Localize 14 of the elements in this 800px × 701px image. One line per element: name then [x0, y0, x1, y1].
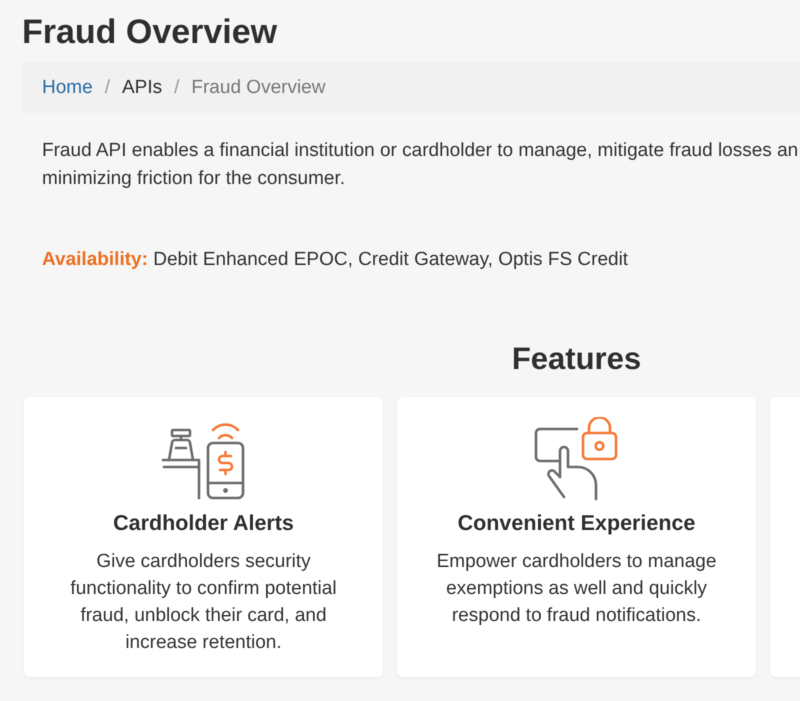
feature-title: Convenient Experience [458, 511, 696, 536]
breadcrumb-link[interactable]: Home [42, 76, 93, 98]
feature-title: Cardholder Alerts [113, 511, 294, 536]
feature-text: Give cardholders security functionality to confirm potential fraud, unblock their card, and increase retention. [69, 550, 338, 655]
availability-text: Availability: Debit Enhanced EPOC, Credit Gateway, Optis FS Credit [42, 248, 630, 272]
breadcrumb-separator: / [173, 76, 180, 98]
breadcrumb-separator: / [104, 76, 111, 98]
touch-screen-lock-icon [534, 417, 620, 501]
page-title: Fraud Overview [22, 12, 278, 53]
breadcrumb-item: APIs [122, 76, 162, 98]
section-title: Features [512, 341, 642, 377]
feature-text: Empower cardholders to manage exemptions as well and quickly respond to fraud notifications. [436, 550, 718, 628]
breadcrumb-current: Fraud Overview [191, 76, 326, 98]
description-text: Fraud API enables a financial institution or cardholder to manage, mitigate fraud losses an minimizing friction for the consumer. [42, 139, 800, 191]
